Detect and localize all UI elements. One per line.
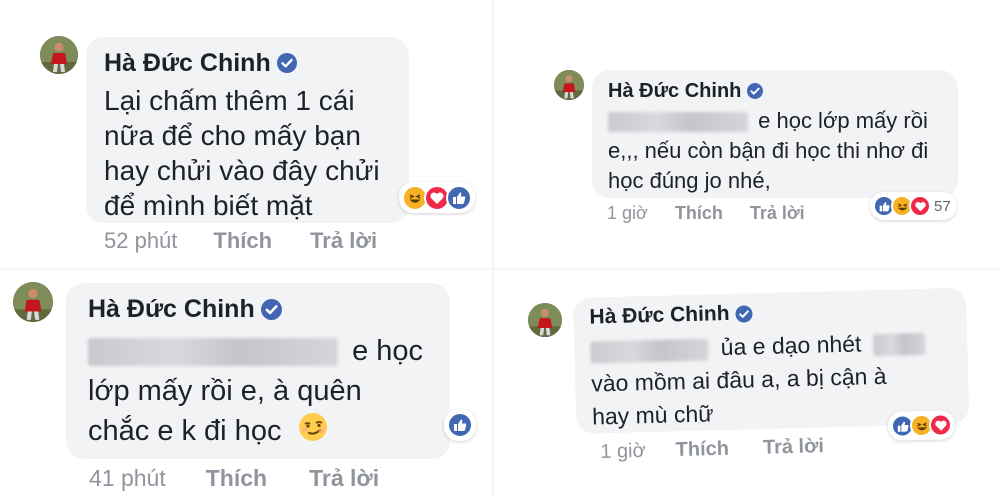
author-name[interactable]: Hà Đức Chinh	[608, 79, 741, 103]
like-link[interactable]: Thích	[206, 465, 267, 492]
comment-text-line: e học lớp mấy rồi	[608, 106, 944, 136]
comment-text-line: e học	[88, 331, 430, 371]
like-icon	[446, 184, 472, 211]
comment-text-fragment: ủa e dạo nhét	[720, 330, 862, 361]
comment-timestamp[interactable]: 52 phút	[104, 228, 177, 254]
verified-badge-icon	[260, 298, 282, 320]
comment-text-line: e,,, nếu còn bận đi học thi nhơ đi	[608, 138, 929, 163]
author-row: Hà Đức Chinh	[104, 49, 391, 77]
blurred-mention	[873, 332, 927, 357]
blurred-mention	[88, 338, 338, 367]
blurred-mention	[590, 338, 709, 364]
like-link[interactable]: Thích	[675, 438, 729, 462]
reply-link[interactable]: Trả lời	[750, 203, 805, 224]
comment-text-line: chắc e k đi học	[88, 411, 430, 453]
comment-text-line: hay chửi vào đây chửi	[104, 155, 380, 186]
comment-text-fragment: chắc e k đi học	[88, 415, 282, 447]
comment-actions: 1 giờ Thích Trả lời	[607, 203, 805, 224]
comment-text-line: nữa để cho mấy bạn	[104, 120, 361, 151]
author-name[interactable]: Hà Đức Chinh	[589, 301, 730, 331]
verified-badge-icon	[276, 53, 297, 73]
like-link[interactable]: Thích	[675, 203, 723, 224]
blurred-mention	[608, 112, 748, 133]
love-icon	[928, 413, 953, 437]
like-link[interactable]: Thích	[213, 228, 272, 254]
comment-text-line: lớp mấy rồi e, à quên	[88, 375, 362, 407]
verified-badge-icon	[735, 305, 753, 323]
reactions-summary[interactable]	[399, 182, 475, 213]
avatar[interactable]	[13, 282, 53, 322]
avatar[interactable]	[528, 303, 562, 337]
love-icon	[909, 195, 931, 217]
reply-link[interactable]: Trả lời	[309, 465, 379, 492]
verified-badge-icon	[747, 83, 764, 99]
comment-timestamp[interactable]: 1 giờ	[607, 203, 648, 224]
comment-text-fragment: e học	[352, 335, 424, 367]
collage-divider-horizontal	[0, 268, 1000, 270]
comment-timestamp[interactable]: 1 giờ	[600, 440, 646, 464]
avatar[interactable]	[554, 70, 584, 100]
comment-text-fragment: e học lớp mấy rồi	[758, 108, 928, 133]
author-name[interactable]: Hà Đức Chinh	[88, 295, 255, 323]
reactions-summary[interactable]	[887, 410, 956, 441]
author-row: Hà Đức Chinh	[608, 79, 944, 103]
avatar[interactable]	[40, 36, 78, 74]
reactions-summary[interactable]: 57	[870, 192, 957, 220]
like-icon	[447, 412, 473, 438]
comment-bubble: Hà Đức Chinh e học lớp mấy rồi e,,, nếu …	[592, 70, 958, 198]
collage-divider-vertical	[492, 0, 494, 495]
author-name[interactable]: Hà Đức Chinh	[104, 49, 271, 77]
author-row: Hà Đức Chinh	[589, 295, 951, 330]
comment-timestamp[interactable]: 41 phút	[89, 465, 166, 492]
comment-actions: 41 phút Thích Trả lời	[89, 465, 379, 492]
reaction-count: 57	[934, 197, 951, 215]
comment-actions: 52 phút Thích Trả lời	[104, 228, 377, 254]
reply-link[interactable]: Trả lời	[763, 435, 825, 460]
comments-collage: Hà Đức Chinh Lại chấm thêm 1 cái nữa để …	[0, 0, 1000, 495]
comment-bubble: Hà Đức Chinh Lại chấm thêm 1 cái nữa để …	[86, 37, 409, 223]
comment-bubble: Hà Đức Chinh e học lớp mấy rồi e, à quên…	[66, 283, 450, 459]
comment-actions: 1 giờ Thích Trả lời	[600, 435, 824, 464]
reply-link[interactable]: Trả lời	[310, 228, 377, 254]
smirk-emoji-icon	[298, 412, 328, 453]
comment-text-line: Lại chấm thêm 1 cái	[104, 85, 355, 116]
reactions-summary[interactable]	[444, 409, 476, 441]
author-row: Hà Đức Chinh	[88, 295, 430, 323]
comment-text-line: để mình biết mặt	[104, 190, 313, 221]
